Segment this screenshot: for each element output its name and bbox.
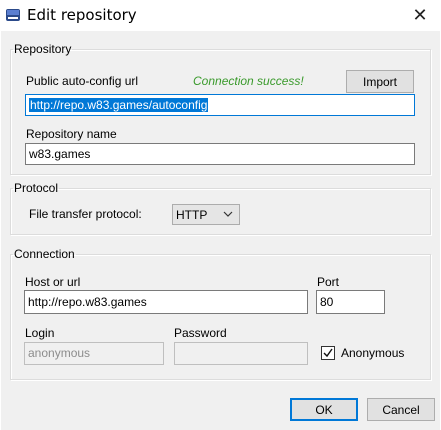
connection-status: Connection success!	[193, 74, 304, 88]
protocol-select[interactable]: HTTP	[172, 204, 240, 225]
password-label: Password	[174, 326, 227, 340]
host-label: Host or url	[25, 275, 81, 289]
window-title: Edit repository	[27, 6, 137, 24]
port-label: Port	[317, 275, 340, 289]
login-label: Login	[25, 326, 55, 340]
protocol-selected: HTTP	[176, 207, 208, 222]
ok-button[interactable]: OK	[290, 398, 358, 421]
checkmark-icon	[323, 348, 333, 358]
connection-legend: Connection	[14, 247, 75, 261]
host-input[interactable]: http://repo.w83.games	[24, 290, 308, 314]
url-value: http://repo.w83.games/autoconfig	[29, 98, 209, 112]
port-input[interactable]: 80	[316, 290, 385, 314]
protocol-legend: Protocol	[14, 181, 59, 195]
name-label: Repository name	[26, 127, 117, 141]
chevron-down-icon	[223, 211, 233, 217]
anonymous-checkbox[interactable]	[321, 346, 335, 360]
anonymous-label[interactable]: Anonymous	[341, 346, 404, 360]
login-input[interactable]: anonymous	[24, 342, 164, 365]
protocol-label: File transfer protocol:	[29, 207, 142, 221]
title-bar: Edit repository ✕	[0, 0, 441, 31]
password-input[interactable]	[174, 342, 308, 365]
cancel-button[interactable]: Cancel	[367, 398, 435, 421]
app-icon	[6, 9, 20, 21]
url-input[interactable]: http://repo.w83.games/autoconfig	[25, 94, 415, 116]
url-label: Public auto-config url	[26, 74, 139, 88]
repository-name-input[interactable]: w83.games	[25, 143, 415, 165]
close-button[interactable]: ✕	[405, 2, 435, 28]
close-icon: ✕	[412, 4, 428, 25]
import-button[interactable]: Import	[346, 70, 414, 93]
repository-legend: Repository	[14, 42, 72, 56]
